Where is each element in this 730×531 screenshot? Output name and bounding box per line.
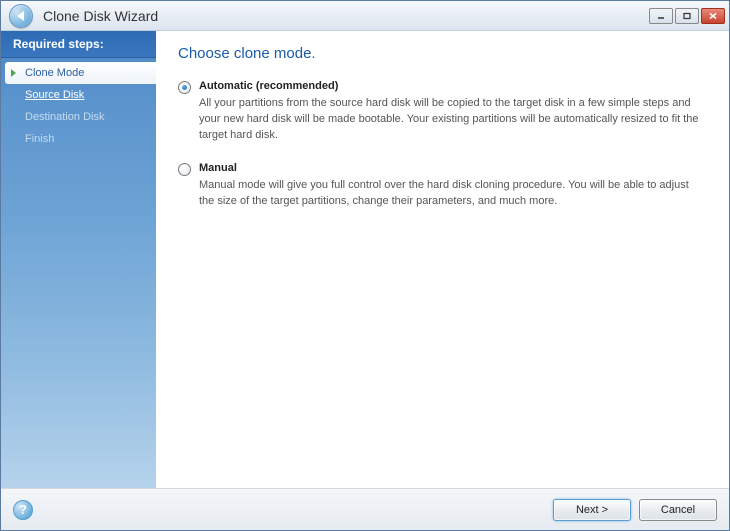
close-button[interactable]	[701, 8, 725, 24]
help-icon: ?	[19, 502, 27, 517]
option-automatic[interactable]: Automatic (recommended) All your partiti…	[178, 80, 707, 144]
option-automatic-description: All your partitions from the source hard…	[199, 96, 707, 144]
sidebar-item-clone-mode[interactable]: Clone Mode	[5, 62, 156, 84]
body: Required steps: Clone Mode Source Disk D…	[1, 31, 729, 488]
sidebar-item-finish: Finish	[1, 128, 156, 150]
next-button-label: Next >	[576, 504, 608, 516]
option-body: Manual Manual mode will give you full co…	[199, 162, 707, 210]
sidebar-item-label: Clone Mode	[25, 67, 84, 79]
minimize-icon	[656, 12, 666, 20]
main-content: Choose clone mode. Automatic (recommende…	[156, 31, 729, 488]
option-manual-label: Manual	[199, 162, 707, 174]
maximize-icon	[682, 12, 692, 20]
footer-buttons: Next > Cancel	[553, 499, 717, 521]
sidebar-steps: Clone Mode Source Disk Destination Disk …	[1, 58, 156, 154]
back-arrow-icon	[17, 11, 24, 21]
sidebar-item-label: Source Disk	[25, 89, 84, 101]
sidebar-item-source-disk[interactable]: Source Disk	[1, 84, 156, 106]
back-button[interactable]	[9, 4, 33, 28]
option-body: Automatic (recommended) All your partiti…	[199, 80, 707, 144]
titlebar: Clone Disk Wizard	[1, 1, 729, 31]
footer: ? Next > Cancel	[1, 488, 729, 530]
radio-automatic[interactable]	[178, 81, 191, 94]
close-icon	[708, 12, 718, 20]
sidebar-item-label: Destination Disk	[25, 111, 104, 123]
option-manual-description: Manual mode will give you full control o…	[199, 178, 707, 210]
sidebar: Required steps: Clone Mode Source Disk D…	[1, 31, 156, 488]
sidebar-item-destination-disk: Destination Disk	[1, 106, 156, 128]
minimize-button[interactable]	[649, 8, 673, 24]
window-controls	[649, 8, 729, 24]
sidebar-item-label: Finish	[25, 133, 54, 145]
help-button[interactable]: ?	[13, 500, 33, 520]
radio-manual[interactable]	[178, 163, 191, 176]
sidebar-header: Required steps:	[1, 31, 156, 58]
cancel-button-label: Cancel	[661, 504, 695, 516]
radio-wrap	[178, 81, 191, 94]
cancel-button[interactable]: Cancel	[639, 499, 717, 521]
option-automatic-label: Automatic (recommended)	[199, 80, 707, 92]
wizard-window: Clone Disk Wizard Required steps: Clone …	[0, 0, 730, 531]
window-title: Clone Disk Wizard	[43, 8, 158, 24]
radio-wrap	[178, 163, 191, 176]
option-manual[interactable]: Manual Manual mode will give you full co…	[178, 162, 707, 210]
page-title: Choose clone mode.	[178, 45, 707, 62]
next-button[interactable]: Next >	[553, 499, 631, 521]
maximize-button[interactable]	[675, 8, 699, 24]
